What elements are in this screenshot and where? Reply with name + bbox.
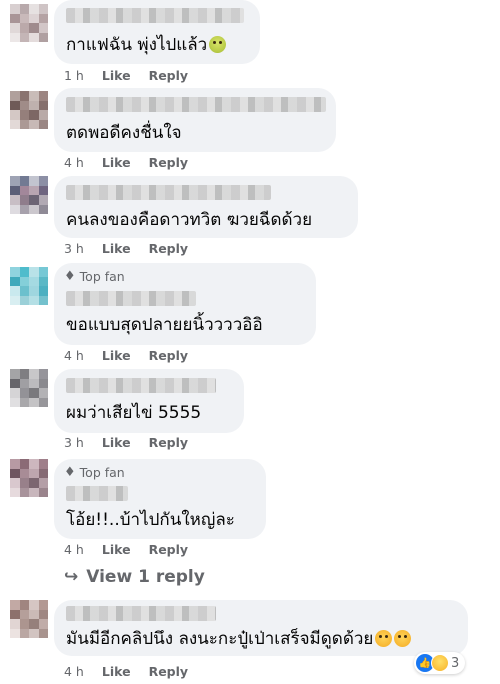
reply-arrow-icon: ↪ xyxy=(64,567,79,587)
timestamp[interactable]: 4 h xyxy=(64,155,84,170)
comment-text: คนลงของคือดาวทวิต ฆวยฉีดด้วย xyxy=(66,210,313,230)
timestamp[interactable]: 1 h xyxy=(64,68,84,83)
like-button[interactable]: Like xyxy=(102,68,131,83)
diamond-icon: ♦ xyxy=(64,465,76,480)
reply-button[interactable]: Reply xyxy=(149,542,188,557)
comment-bubble: มันมีอีกคลิปนึง ลงนะกะปู๋เป่าเสร็จมีดูดด… xyxy=(54,600,468,656)
like-button[interactable]: Like xyxy=(102,664,131,679)
comment-text: ตดพอดีคงชื่นใจ xyxy=(66,123,182,143)
comment-text: ขอแบบสุดปลายยนิ้ววววอิอิ xyxy=(66,315,263,335)
comment-bubble: ตดพอดีคงชื่นใจ xyxy=(54,88,336,152)
timestamp[interactable]: 4 h xyxy=(64,348,84,363)
avatar[interactable] xyxy=(10,91,48,129)
reply-button[interactable]: Reply xyxy=(149,155,188,170)
haha-reaction-icon xyxy=(431,654,449,672)
commenter-name-blurred[interactable] xyxy=(66,97,326,112)
commenter-name-blurred[interactable] xyxy=(66,291,196,306)
commenter-name-blurred[interactable] xyxy=(66,185,271,200)
top-fan-badge: ♦ Top fan xyxy=(64,269,125,284)
commenter-name-blurred[interactable] xyxy=(66,8,244,23)
reply-button[interactable]: Reply xyxy=(149,664,188,679)
like-button[interactable]: Like xyxy=(102,241,131,256)
comment-bubble: กาแฟฉัน พุ่งไปแล้ว xyxy=(54,0,260,64)
reply-button[interactable]: Reply xyxy=(149,241,188,256)
comment-bubble: ผมว่าเสียไข่ 5555 xyxy=(54,369,244,433)
laughing-face-icon xyxy=(375,630,393,647)
comment-actions: 3 h Like Reply xyxy=(64,435,188,450)
commenter-name-blurred[interactable] xyxy=(66,606,216,621)
comment-bubble: คนลงของคือดาวทวิต ฆวยฉีดด้วย xyxy=(54,176,358,238)
reply-button[interactable]: Reply xyxy=(149,68,188,83)
comment-actions: 4 h Like Reply xyxy=(64,542,188,557)
top-fan-badge: ♦ Top fan xyxy=(64,465,125,480)
commenter-name-blurred[interactable] xyxy=(66,378,216,393)
timestamp[interactable]: 3 h xyxy=(64,241,84,256)
timestamp[interactable]: 4 h xyxy=(64,542,84,557)
comment-bubble: ♦ Top fan ขอแบบสุดปลายยนิ้ววววอิอิ xyxy=(54,263,316,345)
avatar[interactable] xyxy=(10,369,48,407)
timestamp[interactable]: 3 h xyxy=(64,435,84,450)
reply-button[interactable]: Reply xyxy=(149,348,188,363)
avatar[interactable] xyxy=(10,176,48,214)
comment-actions: 4 h Like Reply xyxy=(64,155,188,170)
timestamp[interactable]: 4 h xyxy=(64,664,84,679)
like-button[interactable]: Like xyxy=(102,348,131,363)
commenter-name-blurred[interactable] xyxy=(66,486,128,501)
comment-text: โอ้ย!!..บ้าไปกันใหญ่ละ xyxy=(66,510,235,530)
like-button[interactable]: Like xyxy=(102,435,131,450)
avatar[interactable] xyxy=(10,267,48,305)
diamond-icon: ♦ xyxy=(64,269,76,284)
comment-actions: 4 h Like Reply xyxy=(64,664,188,679)
reactions-summary[interactable]: 👍 3 xyxy=(414,652,466,674)
avatar[interactable] xyxy=(10,459,48,497)
avatar[interactable] xyxy=(10,600,48,638)
laughing-face-icon xyxy=(394,630,412,647)
comment-actions: 3 h Like Reply xyxy=(64,241,188,256)
comment-text: กาแฟฉัน พุ่งไปแล้ว xyxy=(66,34,227,56)
reaction-count: 3 xyxy=(451,655,460,671)
comment-actions: 1 h Like Reply xyxy=(64,68,188,83)
like-button[interactable]: Like xyxy=(102,155,131,170)
comment-text: มันมีอีกคลิปนึง ลงนะกะปู๋เป่าเสร็จมีดูดด… xyxy=(66,628,412,650)
avatar[interactable] xyxy=(10,4,48,42)
comment-actions: 4 h Like Reply xyxy=(64,348,188,363)
reply-button[interactable]: Reply xyxy=(149,435,188,450)
comment-text: ผมว่าเสียไข่ 5555 xyxy=(66,403,202,423)
view-replies-link[interactable]: ↪ View 1 reply xyxy=(64,567,205,587)
comment-bubble: ♦ Top fan โอ้ย!!..บ้าไปกันใหญ่ละ xyxy=(54,459,266,539)
like-button[interactable]: Like xyxy=(102,542,131,557)
nauseated-face-icon xyxy=(209,36,227,53)
